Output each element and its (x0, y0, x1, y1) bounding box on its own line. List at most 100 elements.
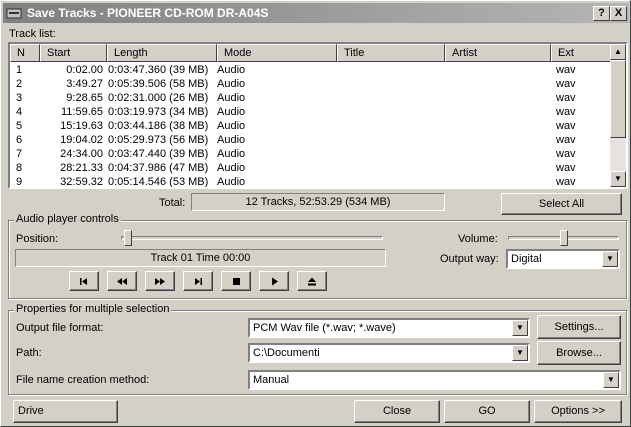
track-start: 0:02.00 (66, 64, 103, 76)
track-mode: Audio (217, 64, 246, 76)
scroll-up-arrow-icon[interactable]: ▲ (610, 44, 626, 60)
table-row[interactable]: 2 3:49.27 0:05:39.506 (58 MB) Audio wav (10, 77, 610, 91)
table-row[interactable]: 4 11:59.65 0:03:19.973 (34 MB) Audio wav (10, 105, 610, 119)
track-number: 7 (16, 148, 23, 160)
track-mode: Audio (217, 134, 246, 146)
drive-label: Drive (18, 405, 44, 417)
output-way-select[interactable]: Digital ▼ (506, 249, 620, 269)
track-ext: wav (556, 120, 576, 132)
settings-button[interactable]: Settings... (537, 315, 621, 339)
stop-button[interactable] (221, 271, 251, 291)
settings-label: Settings... (554, 321, 604, 333)
column-header-n[interactable]: N (10, 44, 40, 62)
select-all-button[interactable]: Select All (501, 193, 622, 215)
track-mode: Audio (217, 120, 246, 132)
column-header-title[interactable]: Title (337, 44, 445, 62)
track-mode: Audio (217, 162, 246, 174)
track-mode: Audio (217, 78, 246, 90)
position-label: Position: (16, 233, 59, 245)
rewind-button[interactable] (107, 271, 137, 291)
track-length: 0:05:14.546 (53 MB) (108, 176, 209, 188)
window-title: Save Tracks - PIONEER CD-ROM DR-A04S (27, 6, 269, 20)
drive-button[interactable]: Drive (13, 400, 118, 423)
column-header-start[interactable]: Start (40, 44, 107, 62)
track-mode: Audio (217, 148, 246, 160)
title-bar: Save Tracks - PIONEER CD-ROM DR-A04S ? X (3, 3, 629, 23)
next-track-button[interactable] (183, 271, 213, 291)
naming-method-select[interactable]: Manual ▼ (248, 370, 621, 390)
track-ext: wav (556, 176, 576, 188)
prev-track-button[interactable] (69, 271, 99, 291)
table-row[interactable]: 5 15:19.63 0:03:44.186 (38 MB) Audio wav (10, 119, 610, 133)
fast-forward-button[interactable] (145, 271, 175, 291)
track-start: 3:49.27 (66, 78, 103, 90)
track-start: 11:59.65 (60, 106, 103, 118)
track-ext: wav (556, 64, 576, 76)
track-length: 0:05:29.973 (56 MB) (108, 134, 209, 146)
track-ext: wav (556, 106, 576, 118)
track-length: 0:03:47.440 (39 MB) (108, 148, 209, 160)
track-length: 0:03:19.973 (34 MB) (108, 106, 209, 118)
scroll-down-arrow-icon[interactable]: ▼ (610, 171, 626, 187)
track-start: 28:21.33 (60, 162, 103, 174)
column-header-mode[interactable]: Mode (217, 44, 337, 62)
volume-label: Volume: (458, 233, 498, 245)
close-window-button[interactable]: X (610, 6, 627, 21)
browse-button[interactable]: Browse... (537, 341, 621, 365)
options-button[interactable]: Options >> (534, 400, 622, 423)
track-start: 19:04.02 (60, 134, 103, 146)
close-button[interactable]: Close (354, 400, 440, 423)
column-header-length[interactable]: Length (107, 44, 217, 62)
help-button[interactable]: ? (593, 6, 610, 21)
track-number: 4 (16, 106, 23, 118)
output-format-select[interactable]: PCM Wav file (*.wav; *.wave) ▼ (248, 318, 530, 338)
column-header-artist[interactable]: Artist (445, 44, 551, 62)
track-start: 32:59.32 (60, 176, 103, 188)
browse-label: Browse... (556, 347, 602, 359)
track-number: 3 (16, 92, 23, 104)
path-value: C:\Documenti (253, 347, 320, 359)
path-select[interactable]: C:\Documenti ▼ (248, 343, 530, 363)
track-list-header: N Start Length Mode Title Artist Ext (10, 44, 612, 62)
naming-method-value: Manual (253, 374, 290, 386)
table-row[interactable]: 1 0:02.00 0:03:47.360 (39 MB) Audio wav (10, 63, 610, 77)
table-row[interactable]: 7 24:34.00 0:03:47.440 (39 MB) Audio wav (10, 147, 610, 161)
track-list[interactable]: N Start Length Mode Title Artist Ext 1 0:… (8, 42, 628, 189)
column-header-ext[interactable]: Ext (551, 44, 612, 62)
prev-track-icon (80, 278, 87, 286)
track-ext: wav (556, 162, 576, 174)
track-start: 24:34.00 (60, 148, 103, 160)
play-button[interactable] (259, 271, 289, 291)
table-row[interactable]: 6 19:04.02 0:05:29.973 (56 MB) Audio wav (10, 133, 610, 147)
output-format-label: Output file format: (16, 322, 104, 334)
go-button[interactable]: GO (444, 400, 530, 423)
track-number: 2 (16, 78, 23, 90)
select-all-label: Select All (538, 198, 585, 210)
track-number: 5 (16, 120, 23, 132)
table-row[interactable]: 9 32:59.32 0:05:14.546 (53 MB) Audio wav (10, 175, 610, 188)
track-length: 0:03:44.186 (38 MB) (108, 120, 209, 132)
position-track (121, 236, 383, 240)
eject-button[interactable] (297, 271, 327, 291)
chevron-down-icon[interactable]: ▼ (512, 320, 528, 336)
position-slider[interactable] (124, 230, 132, 246)
chevron-down-icon[interactable]: ▼ (602, 251, 618, 267)
output-way-label: Output way: (440, 253, 499, 265)
chevron-down-icon[interactable]: ▼ (512, 345, 528, 361)
volume-slider[interactable] (559, 230, 568, 246)
scroll-thumb[interactable] (610, 60, 626, 138)
track-rows: 1 0:02.00 0:03:47.360 (39 MB) Audio wav 2 3:49… (10, 63, 610, 188)
play-icon (271, 277, 278, 286)
track-start: 15:19.63 (60, 120, 103, 132)
close-label: Close (382, 405, 412, 417)
total-label: Total: (159, 197, 186, 209)
track-number: 6 (16, 134, 23, 146)
track-list-label: Track list: (9, 28, 56, 40)
audio-player-group-label: Audio player controls (14, 213, 121, 225)
track-list-scrollbar[interactable]: ▲ ▼ (610, 44, 626, 187)
chevron-down-icon[interactable]: ▼ (603, 372, 619, 388)
track-length: 0:03:47.360 (39 MB) (108, 64, 209, 76)
table-row[interactable]: 8 28:21.33 0:04:37.986 (47 MB) Audio wav (10, 161, 610, 175)
table-row[interactable]: 3 9:28.65 0:02:31.000 (26 MB) Audio wav (10, 91, 610, 105)
fast-forward-icon (155, 278, 165, 286)
